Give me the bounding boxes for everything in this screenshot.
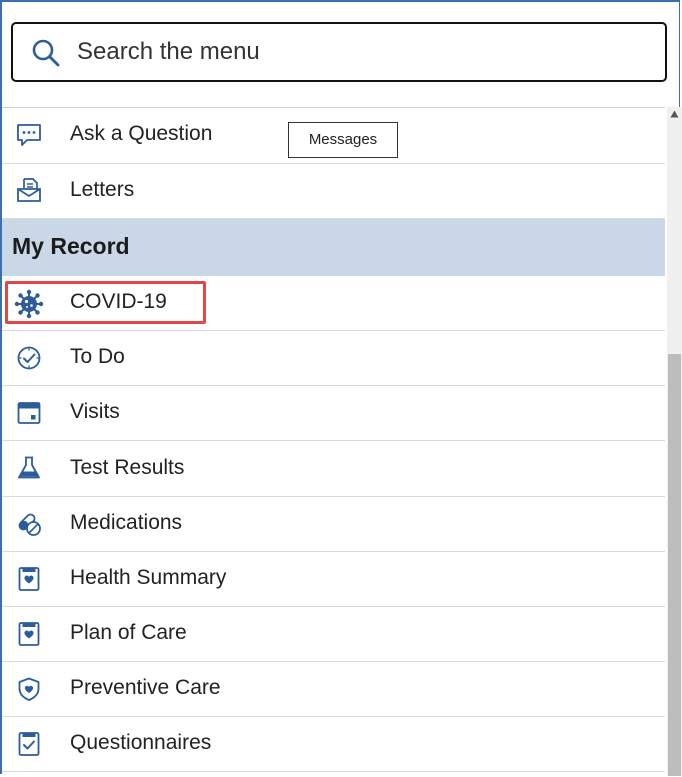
virus-icon [14,289,44,319]
scroll-up-arrow-icon[interactable] [670,110,679,118]
flask-icon [18,456,40,479]
search-input[interactable] [77,34,637,70]
menu-item-label: Questionnaires [70,731,212,754]
chat-bubble-icon [17,124,41,146]
menu-item-health-summary[interactable]: Health Summary [2,552,665,607]
menu-item-letters[interactable]: Letters [2,164,665,219]
menu-item-plan-of-care[interactable]: Plan of Care [2,607,665,662]
menu-item-label: To Do [70,345,125,368]
search-icon [32,39,60,67]
menu-item-label: COVID-19 [70,290,167,313]
calendar-icon [17,402,41,424]
menu-item-medications[interactable]: Medications [2,497,665,552]
shield-heart-icon [18,677,40,701]
menu-item-test-results[interactable]: Test Results [2,441,665,497]
menu-item-to-do[interactable]: To Do [2,331,665,386]
menu-item-label: Ask a Question [70,122,213,145]
scrollbar-thumb[interactable] [668,354,681,776]
scrollbar[interactable] [667,107,682,776]
menu-item-label: Preventive Care [70,676,221,699]
menu-item-covid-19[interactable]: COVID-19 [2,276,665,331]
menu-item-label: Visits [70,400,120,423]
menu-list: Ask a Question Letters My Record COVID-1… [2,107,665,777]
check-clock-icon [17,346,41,370]
checkbox-document-icon [18,732,40,756]
menu-item-questionnaires[interactable]: Questionnaires [2,717,665,772]
menu-item-visits[interactable]: Visits [2,386,665,441]
menu-item-label: Plan of Care [70,621,187,644]
menu-item-label: Medications [70,511,183,534]
section-title: My Record [12,233,130,259]
menu-item-label: Health Summary [70,566,227,589]
heart-document-icon [18,567,40,591]
messages-tooltip: Messages [288,122,398,158]
section-header-my-record: My Record [2,219,665,276]
letter-icon [17,178,41,202]
menu-item-preventive-care[interactable]: Preventive Care [2,662,665,717]
heart-document-icon [18,622,40,646]
search-box[interactable] [11,22,667,82]
menu-item-label: Letters [70,178,135,201]
pills-icon [18,513,41,536]
menu-item-label: Test Results [70,456,185,479]
